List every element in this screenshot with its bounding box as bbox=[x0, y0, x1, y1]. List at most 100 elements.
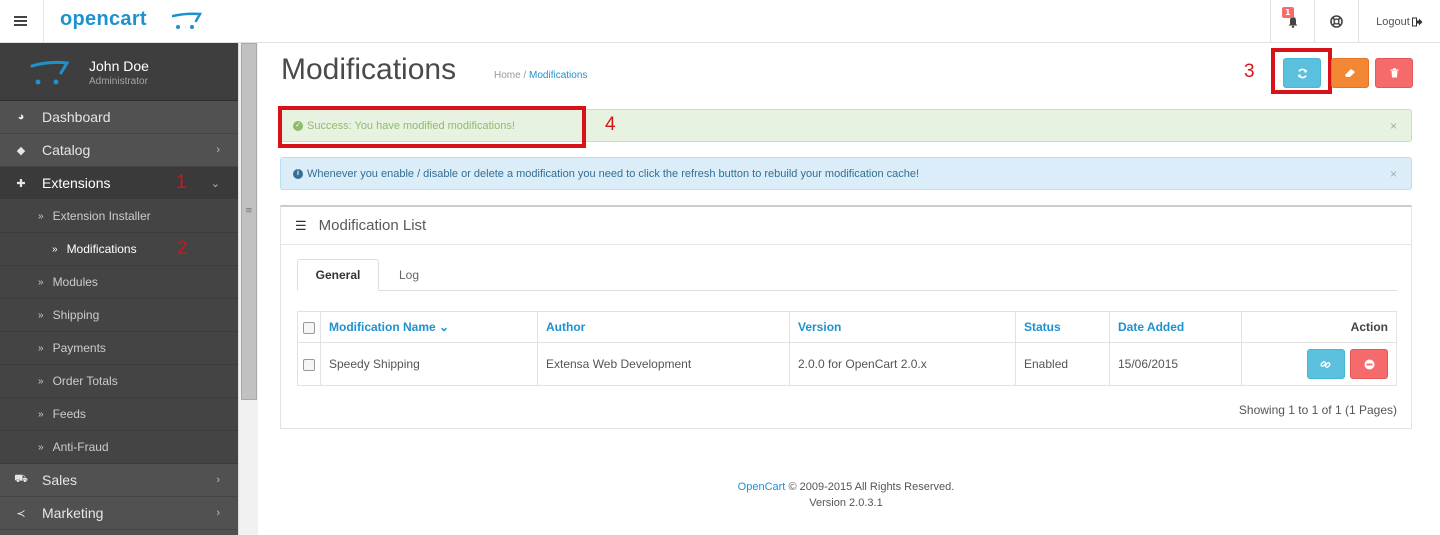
panel-heading: ☰ Modification List bbox=[281, 207, 1411, 245]
annotation-box-success bbox=[278, 106, 586, 148]
help-button[interactable] bbox=[1314, 0, 1358, 43]
page-title: Modifications bbox=[281, 53, 457, 86]
col-modification-name[interactable]: Modification Name ⌄ bbox=[320, 311, 538, 343]
link-button[interactable] bbox=[1306, 349, 1345, 379]
double-chevron-icon: » bbox=[38, 408, 44, 420]
sidebar: John Doe Administrator ◕ Dashboard ◆ Cat… bbox=[0, 43, 238, 535]
sidebar-item-extensions[interactable]: ✚ Extensions 1 ⌄ bbox=[0, 167, 238, 200]
sidebar-item-sales[interactable]: ⛟ Sales › bbox=[0, 464, 238, 497]
tab-log[interactable]: Log bbox=[387, 259, 431, 291]
chevron-right-icon: › bbox=[216, 507, 220, 519]
chevron-down-icon: ⌄ bbox=[210, 178, 220, 190]
minus-circle-icon bbox=[1364, 359, 1374, 369]
sidebar-item-marketing[interactable]: ≺ Marketing › bbox=[0, 497, 238, 530]
sidebar-item-label: Catalog bbox=[42, 142, 91, 158]
row-checkbox[interactable] bbox=[303, 358, 315, 371]
trash-icon bbox=[1390, 68, 1398, 78]
chevron-right-icon: › bbox=[216, 474, 220, 486]
sidebar-item-label: Sales bbox=[42, 472, 78, 488]
sidebar-item-label: Dashboard bbox=[42, 109, 111, 125]
pagination-text: Showing 1 to 1 of 1 (1 Pages) bbox=[1238, 403, 1397, 417]
sidebar-sub-extension-installer[interactable]: » Extension Installer bbox=[0, 200, 238, 233]
life-ring-icon bbox=[1330, 15, 1343, 28]
double-chevron-icon: » bbox=[38, 276, 44, 288]
cell-date: 15/06/2015 bbox=[1109, 342, 1242, 386]
sidebar-item-label: Extensions bbox=[42, 175, 111, 191]
col-version[interactable]: Version bbox=[789, 311, 1016, 343]
annotation-4: 4 bbox=[605, 114, 616, 135]
annotation-2: 2 bbox=[177, 238, 188, 259]
sidebar-item-catalog[interactable]: ◆ Catalog › bbox=[0, 134, 238, 167]
select-all-cell bbox=[297, 311, 321, 343]
panel-title: Modification List bbox=[318, 217, 427, 234]
tag-icon: ◆ bbox=[16, 144, 26, 157]
info-circle-icon: i bbox=[293, 168, 303, 179]
cell-author: Extensa Web Development bbox=[537, 342, 790, 386]
sidebar-sub-payments[interactable]: » Payments bbox=[0, 332, 238, 365]
sidebar-sub-anti-fraud[interactable]: » Anti-Fraud bbox=[0, 431, 238, 464]
close-icon[interactable]: × bbox=[1390, 167, 1397, 181]
double-chevron-icon: » bbox=[38, 342, 44, 354]
sidebar-sub-order-totals[interactable]: » Order Totals bbox=[0, 365, 238, 398]
sidebar-item-label: Marketing bbox=[42, 505, 104, 521]
col-action: Action bbox=[1241, 311, 1397, 343]
sidebar-item-dashboard[interactable]: ◕ Dashboard bbox=[0, 101, 238, 134]
top-header: opencart 1 Logout bbox=[0, 0, 1440, 43]
double-chevron-icon: » bbox=[38, 210, 44, 222]
info-alert: i Whenever you enable / disable or delet… bbox=[280, 157, 1412, 190]
annotation-1: 1 bbox=[176, 172, 187, 193]
cell-actions bbox=[1241, 342, 1397, 386]
cell-version: 2.0.0 for OpenCart 2.0.x bbox=[789, 342, 1016, 386]
list-icon: ☰ bbox=[295, 217, 307, 233]
footer-copyright-line: OpenCart © 2009-2015 All Rights Reserved… bbox=[280, 479, 1412, 495]
footer-version: Version 2.0.3.1 bbox=[809, 497, 883, 509]
logout-label: Logout bbox=[1376, 15, 1410, 28]
opencart-link[interactable]: OpenCart bbox=[738, 481, 786, 493]
clear-button[interactable] bbox=[1331, 58, 1369, 88]
sign-out-icon bbox=[1411, 17, 1423, 26]
disable-button[interactable] bbox=[1350, 349, 1388, 379]
header-divider bbox=[43, 0, 44, 43]
info-message: Whenever you enable / disable or delete … bbox=[307, 167, 920, 180]
header-right-tools: 1 Logout bbox=[1270, 0, 1440, 43]
breadcrumb-modifications[interactable]: Modifications bbox=[529, 70, 587, 81]
sidebar-scrollbar-thumb[interactable] bbox=[241, 43, 257, 400]
sidebar-sub-feeds[interactable]: » Feeds bbox=[0, 398, 238, 431]
footer: OpenCart © 2009-2015 All Rights Reserved… bbox=[280, 479, 1412, 511]
cart-icon: ⛟ bbox=[14, 473, 28, 485]
cell-status: Enabled bbox=[1015, 342, 1110, 386]
footer-copyright: © 2009-2015 All Rights Reserved. bbox=[788, 481, 955, 493]
link-icon bbox=[1320, 360, 1331, 368]
delete-button[interactable] bbox=[1375, 58, 1413, 88]
share-icon: ≺ bbox=[16, 507, 26, 520]
double-chevron-icon: » bbox=[38, 441, 44, 453]
double-chevron-icon: » bbox=[38, 375, 44, 387]
profile-cart-icon bbox=[30, 60, 70, 85]
table-row: Speedy Shipping Extensa Web Development … bbox=[297, 342, 1397, 386]
annotation-3: 3 bbox=[1244, 61, 1255, 82]
tab-general[interactable]: General bbox=[297, 259, 379, 291]
logo-cart-icon bbox=[172, 12, 202, 29]
opencart-logo[interactable]: opencart bbox=[60, 8, 147, 31]
double-chevron-icon: » bbox=[52, 243, 58, 255]
scroll-grip-icon: ≡ bbox=[245, 206, 253, 216]
sidebar-sub-shipping[interactable]: » Shipping bbox=[0, 299, 238, 332]
tabs: General Log bbox=[297, 259, 1397, 291]
user-profile: John Doe Administrator bbox=[0, 43, 238, 101]
col-author[interactable]: Author bbox=[537, 311, 790, 343]
notification-badge: 1 bbox=[1282, 7, 1294, 18]
puzzle-icon: ✚ bbox=[16, 177, 26, 190]
select-all-checkbox[interactable] bbox=[303, 321, 315, 334]
col-status[interactable]: Status bbox=[1015, 311, 1110, 343]
breadcrumb-home[interactable]: Home bbox=[494, 70, 521, 81]
menu-toggle-icon[interactable] bbox=[10, 11, 30, 31]
logout-link[interactable]: Logout bbox=[1358, 0, 1440, 43]
sidebar-sub-modules[interactable]: » Modules bbox=[0, 266, 238, 299]
annotation-box-refresh bbox=[1271, 48, 1332, 94]
close-icon[interactable]: × bbox=[1390, 119, 1397, 133]
modifications-table: Modification Name ⌄ Author Version Statu… bbox=[297, 311, 1397, 386]
sidebar-sub-modifications[interactable]: » Modifications 2 bbox=[0, 233, 238, 266]
notifications-button[interactable]: 1 bbox=[1270, 0, 1314, 43]
modification-list-panel: ☰ Modification List General Log Modifica… bbox=[280, 205, 1412, 429]
col-date-added[interactable]: Date Added bbox=[1109, 311, 1242, 343]
